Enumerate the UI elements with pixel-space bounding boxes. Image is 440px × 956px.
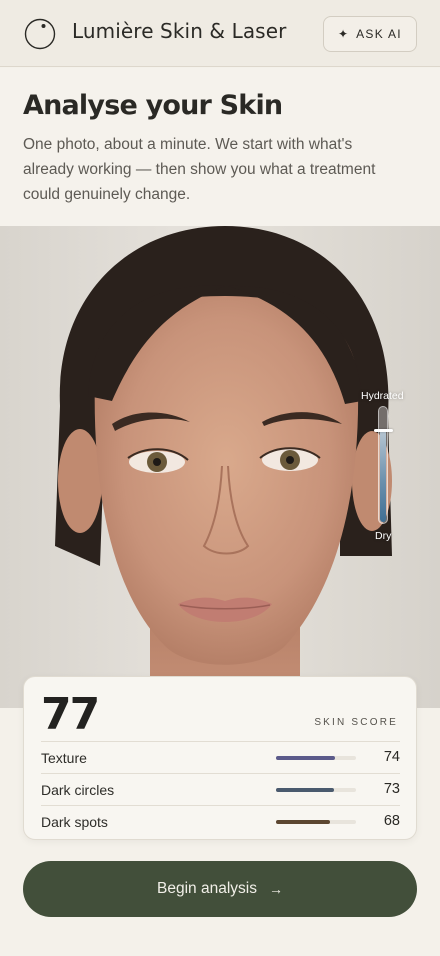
hydration-meter[interactable] [378,406,388,524]
metric-row-texture: Texture 74 [41,741,400,773]
page-description: One photo, about a minute. We start with… [23,136,376,203]
sparkle-icon: ✦ [338,27,349,41]
hydration-bottom-label: Dry [375,530,392,542]
brand-name: Lumière Skin & Laser [72,19,287,43]
metric-bar [276,756,356,760]
metric-value: 68 [383,813,400,829]
hydration-thumb[interactable] [374,429,393,433]
hydration-top-label: Hydrated [361,390,404,402]
metric-row-dark-circles: Dark circles 73 [41,773,400,805]
metric-value: 73 [383,781,400,797]
face-illustration [55,226,392,708]
face-photo [0,226,440,708]
intro-section: Analyse your Skin One photo, about a min… [0,68,440,226]
metric-bar-fill [276,788,335,792]
metric-name: Dark circles [41,782,115,798]
begin-analysis-label: Begin analysis [157,880,257,897]
metric-bar [276,820,356,824]
ask-ai-label: ASK AI [356,27,402,41]
metric-bar-fill [276,756,336,760]
page-title: Analyse your Skin [23,90,283,121]
metric-bar-fill [276,820,331,824]
app-header: Lumière Skin & Laser ✦ ASK AI [0,0,440,67]
hydration-fill [380,428,386,522]
arrow-right-icon: → [268,881,283,897]
skin-score-label: SKIN SCORE [314,717,398,728]
metric-bar [276,788,356,792]
metric-row-dark-spots: Dark spots 68 [41,805,400,837]
brand-logo-icon [24,18,56,50]
skin-score-card: 77 SKIN SCORE Texture 74 Dark circles 73… [23,676,417,840]
metric-name: Texture [41,750,87,766]
metric-value: 74 [383,749,400,765]
metric-name: Dark spots [41,814,108,830]
begin-analysis-button[interactable]: Begin analysis → [23,861,417,917]
skin-score-value: 77 [41,689,100,740]
ask-ai-button[interactable]: ✦ ASK AI [323,16,417,52]
